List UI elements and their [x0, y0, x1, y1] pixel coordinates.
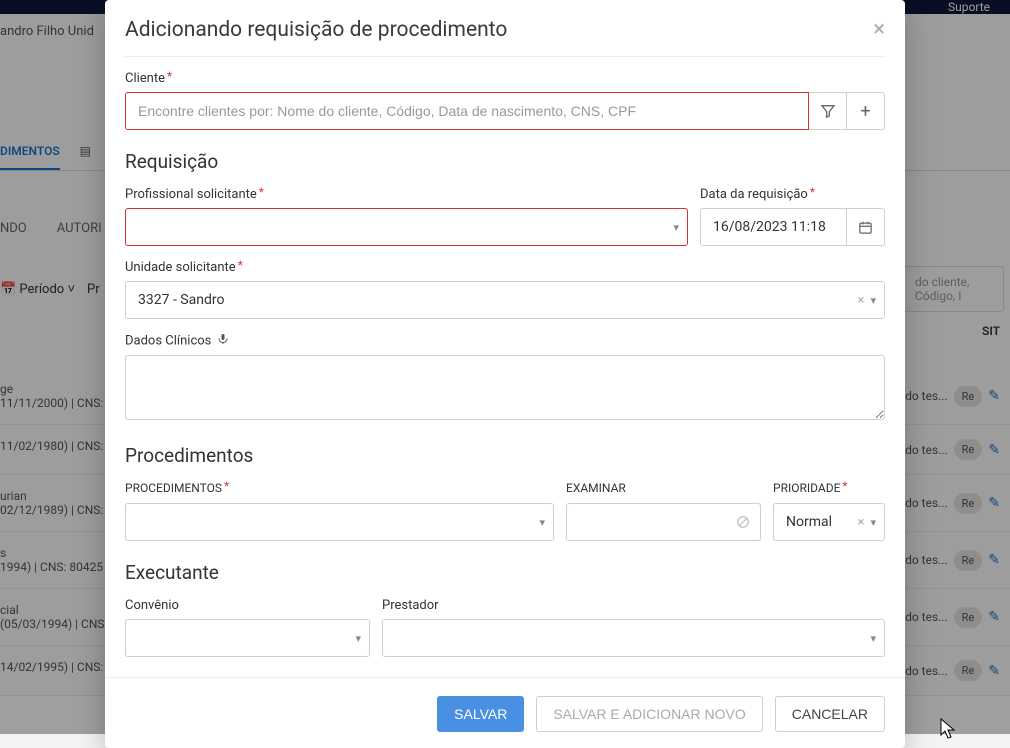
chevron-down-icon: ▾ [870, 516, 876, 529]
unidade-value: 3327 - Sandro [138, 292, 858, 308]
chevron-down-icon: ▾ [870, 294, 876, 307]
salvar-novo-button[interactable]: SALVAR E ADICIONAR NOVO [536, 696, 762, 732]
dados-clinicos-textarea[interactable] [125, 355, 885, 420]
clear-icon[interactable]: × [858, 293, 865, 308]
cliente-label: Cliente* [125, 71, 885, 86]
data-requisicao-value: 16/08/2023 11:18 [713, 219, 826, 235]
prestador-label: Prestador [382, 598, 885, 613]
salvar-button[interactable]: SALVAR [437, 696, 524, 732]
prioridade-value: Normal [786, 514, 858, 530]
convenio-label: Convênio [125, 598, 370, 613]
profissional-label: Profissional solicitante* [125, 187, 688, 202]
convenio-select[interactable]: ▾ [125, 619, 370, 657]
prestador-select[interactable]: ▾ [382, 619, 885, 657]
filter-icon[interactable] [809, 92, 847, 130]
chevron-down-icon: ▾ [355, 632, 361, 645]
data-requisicao-label: Data da requisição* [700, 187, 885, 202]
examinar-input[interactable] [566, 503, 761, 541]
modal-title: Adicionando requisição de procedimento [125, 18, 507, 42]
cliente-row: + [125, 92, 885, 130]
chevron-down-icon: ▾ [673, 221, 679, 234]
calendar-icon[interactable] [847, 208, 885, 246]
close-icon[interactable]: × [873, 19, 885, 41]
add-procedure-request-modal: Adicionando requisição de procedimento ×… [105, 0, 905, 748]
modal-footer: SALVAR SALVAR E ADICIONAR NOVO CANCELAR [105, 677, 905, 748]
procedimentos-select[interactable]: ▾ [125, 503, 554, 541]
proc-header-examinar: EXAMINAR [566, 481, 761, 495]
unidade-select[interactable]: 3327 - Sandro × ▾ [125, 281, 885, 319]
procedimentos-title: Procedimentos [125, 444, 885, 467]
chevron-down-icon: ▾ [870, 632, 876, 645]
modal-header: Adicionando requisição de procedimento × [105, 0, 905, 56]
modal-body: Cliente* + Requisição Profissional solic… [105, 57, 905, 657]
add-icon[interactable]: + [847, 92, 885, 130]
cancelar-button[interactable]: CANCELAR [775, 696, 885, 732]
chevron-down-icon: ▾ [539, 516, 545, 529]
dados-clinicos-label: Dados Clínicos [125, 333, 885, 349]
profissional-select[interactable]: ▾ [125, 208, 688, 246]
clear-icon[interactable]: × [858, 515, 865, 530]
proc-header-procedimentos: PROCEDIMENTOS* [125, 481, 554, 495]
prioridade-select[interactable]: Normal × ▾ [773, 503, 885, 541]
executante-title: Executante [125, 561, 885, 584]
proc-header-prioridade: PRIORIDADE* [773, 481, 885, 495]
microphone-icon[interactable] [217, 333, 229, 349]
data-requisicao-input[interactable]: 16/08/2023 11:18 [700, 208, 847, 246]
unidade-label: Unidade solicitante* [125, 260, 885, 275]
requisicao-title: Requisição [125, 150, 885, 173]
cliente-input[interactable] [125, 92, 809, 130]
blocked-icon [736, 515, 750, 529]
